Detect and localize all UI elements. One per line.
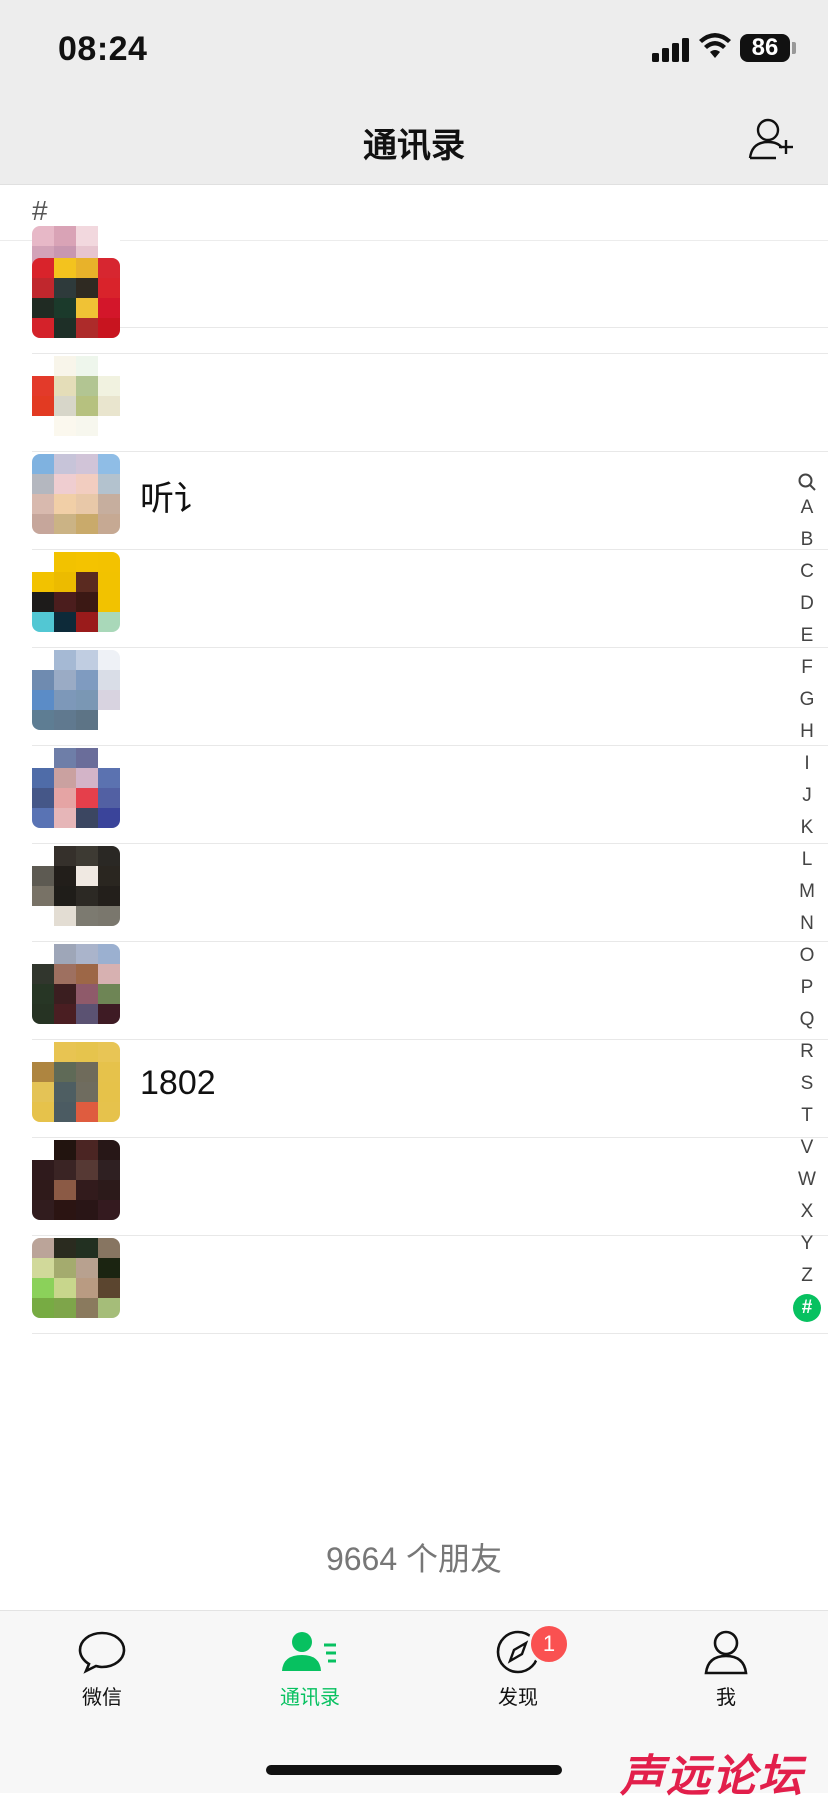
index-letter[interactable]: O: [790, 940, 824, 972]
index-letter[interactable]: S: [790, 1068, 824, 1100]
signal-icon: [652, 36, 690, 62]
contact-row[interactable]: [0, 830, 828, 942]
index-letter[interactable]: #: [793, 1294, 821, 1322]
home-indicator: [266, 1765, 562, 1775]
index-letter[interactable]: G: [790, 684, 824, 716]
watermark-logo: 声远论坛: [620, 1752, 804, 1801]
contact-row[interactable]: [0, 536, 828, 648]
tab-label: 我: [716, 1687, 736, 1709]
index-letter[interactable]: P: [790, 972, 824, 1004]
avatar: [32, 748, 120, 828]
index-letter[interactable]: Q: [790, 1004, 824, 1036]
tab-label: 微信: [82, 1687, 122, 1709]
index-letter[interactable]: V: [790, 1132, 824, 1164]
alphabet-index[interactable]: A B C D E F G H I J K L M N O P Q R S T V W X Y Z #: [790, 466, 824, 1324]
avatar: [32, 356, 120, 436]
avatar: [32, 1140, 120, 1220]
avatar: [32, 258, 120, 338]
index-letter[interactable]: W: [790, 1164, 824, 1196]
contact-row[interactable]: [0, 242, 828, 354]
tab-contacts[interactable]: 通讯录: [250, 1629, 370, 1710]
index-letter[interactable]: H: [790, 716, 824, 748]
avatar: [32, 846, 120, 926]
tab-wechat[interactable]: 微信: [42, 1629, 162, 1710]
wifi-icon: [699, 33, 731, 58]
index-letter[interactable]: Z: [790, 1260, 824, 1292]
contact-row[interactable]: 听讠: [0, 438, 828, 550]
contact-row[interactable]: [0, 1222, 828, 1334]
contact-row[interactable]: 1802: [0, 1026, 828, 1138]
contact-row[interactable]: [0, 732, 828, 844]
index-letter[interactable]: X: [790, 1196, 824, 1228]
avatar: [32, 650, 120, 730]
tab-label: 发现: [498, 1687, 538, 1709]
contact-name: 1802: [140, 1063, 216, 1102]
tab-discover[interactable]: 1 发现: [458, 1623, 578, 1710]
avatar: [32, 1238, 120, 1318]
index-letter[interactable]: F: [790, 652, 824, 684]
index-letter[interactable]: D: [790, 588, 824, 620]
status-bar: 08:24 86: [0, 0, 828, 100]
index-letter[interactable]: E: [790, 620, 824, 652]
avatar: [32, 1042, 120, 1122]
battery-icon: 86: [740, 34, 790, 62]
index-letter[interactable]: K: [790, 812, 824, 844]
index-letter[interactable]: B: [790, 524, 824, 556]
index-letter[interactable]: R: [790, 1036, 824, 1068]
row-divider: [32, 1333, 828, 1334]
index-letter[interactable]: L: [790, 844, 824, 876]
discover-badge: 1: [528, 1623, 570, 1665]
avatar: [32, 944, 120, 1024]
person-icon: [704, 1630, 748, 1675]
chat-bubble-icon: [78, 1631, 126, 1674]
avatar: [32, 552, 120, 632]
contact-row[interactable]: [0, 1124, 828, 1236]
index-letter[interactable]: Y: [790, 1228, 824, 1260]
avatar: [32, 454, 120, 534]
battery-tip: [792, 42, 796, 54]
contact-row[interactable]: [0, 634, 828, 746]
tab-me[interactable]: 我: [666, 1629, 786, 1710]
contact-name: 听讠: [140, 479, 208, 518]
nav-bar: 通讯录: [0, 100, 828, 185]
page-title: 通讯录: [363, 127, 465, 165]
index-letter[interactable]: J: [790, 780, 824, 812]
index-letter[interactable]: T: [790, 1100, 824, 1132]
friend-count: 9664 个朋友: [325, 1541, 503, 1577]
status-time: 08:24: [58, 30, 148, 68]
index-letter[interactable]: A: [790, 492, 824, 524]
contacts-icon: [282, 1632, 336, 1671]
index-letter[interactable]: N: [790, 908, 824, 940]
search-icon[interactable]: [797, 472, 817, 492]
contact-row[interactable]: [0, 928, 828, 1040]
contact-row[interactable]: [0, 340, 828, 452]
add-friend-icon[interactable]: [746, 114, 798, 166]
index-letter[interactable]: M: [790, 876, 824, 908]
index-letter[interactable]: C: [790, 556, 824, 588]
index-letter[interactable]: I: [790, 748, 824, 780]
tab-label: 通讯录: [280, 1687, 340, 1709]
